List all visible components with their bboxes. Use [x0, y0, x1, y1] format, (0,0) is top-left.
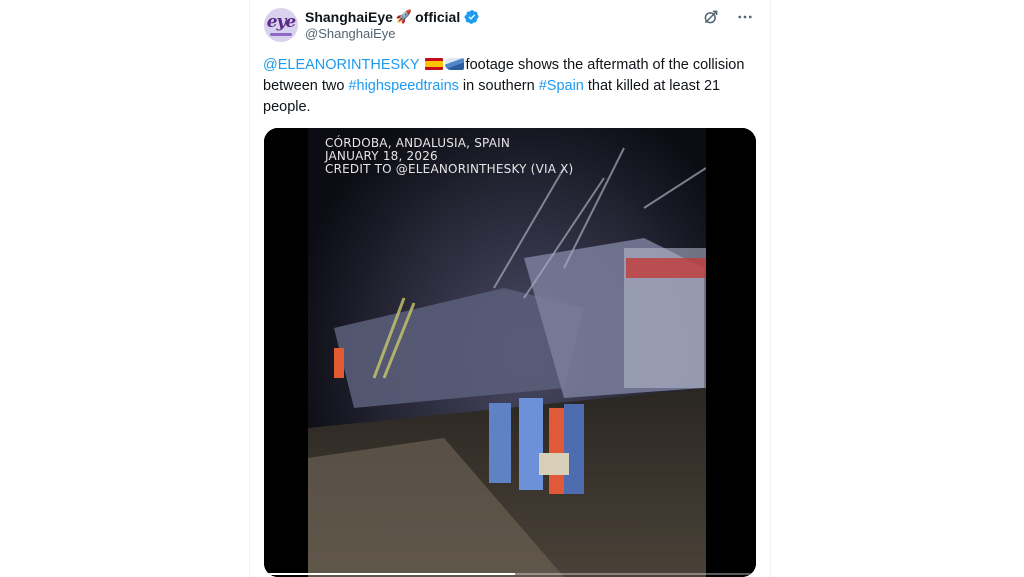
high-speed-train-icon	[444, 58, 464, 70]
spain-flag-icon	[424, 58, 443, 70]
verified-badge-icon	[464, 9, 480, 25]
video-frame	[264, 128, 756, 577]
hashtag-highspeedtrains[interactable]: #highspeedtrains	[348, 78, 458, 94]
tweet-text: @ELEANORINTHESKY footage shows the afterm…	[263, 55, 763, 118]
more-icon[interactable]	[736, 8, 754, 26]
tweet-actions-top	[702, 8, 754, 26]
mention-link[interactable]: @ELEANORINTHESKY	[263, 57, 420, 73]
tweet-text-part-2: in southern	[458, 78, 539, 94]
avatar[interactable]: eye	[264, 8, 298, 42]
hashtag-spain[interactable]: #Spain	[539, 78, 584, 94]
avatar-logo-bar	[270, 33, 292, 36]
grok-icon[interactable]	[702, 8, 720, 26]
video-progress-fill	[268, 573, 515, 575]
avatar-logo-text: eye	[266, 12, 297, 32]
author-handle[interactable]: @ShanghaiEye	[305, 26, 396, 41]
page: eye ShanghaiEye 🚀 official @ShanghaiEye	[0, 0, 1024, 577]
tweet-card: eye ShanghaiEye 🚀 official @ShanghaiEye	[249, 0, 771, 577]
author-name-row[interactable]: ShanghaiEye 🚀 official	[305, 8, 480, 26]
video-player[interactable]: CÓRDOBA, ANDALUSIA, SPAIN JANUARY 18, 20…	[264, 128, 756, 577]
rocket-icon: 🚀	[395, 9, 413, 24]
display-name[interactable]: ShanghaiEye	[305, 9, 393, 25]
caption-credit: CREDIT TO @ELEANORINTHESKY (VIA X)	[325, 162, 574, 176]
display-name-suffix[interactable]: official	[415, 9, 460, 25]
video-progress-bar[interactable]	[268, 573, 752, 575]
video-caption: CÓRDOBA, ANDALUSIA, SPAIN JANUARY 18, 20…	[325, 137, 573, 176]
